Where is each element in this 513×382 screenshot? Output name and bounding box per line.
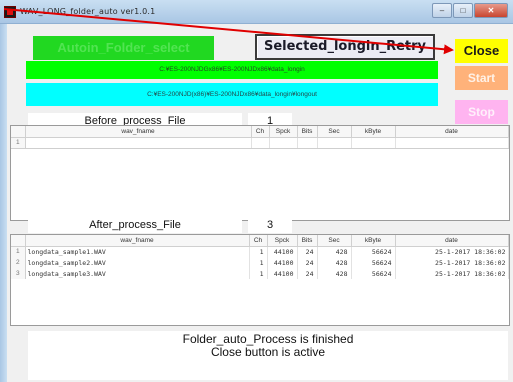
column-header[interactable]: Sec [317,126,352,138]
autoin-folder-select-button[interactable]: Autoin_Folder_select [33,36,214,60]
minimize-button[interactable]: – [432,3,452,18]
spck-cell: 44100 [267,257,298,268]
column-header[interactable]: wav_fname [25,235,250,247]
column-header[interactable]: Bits [297,235,318,247]
column-header[interactable]: Spck [267,235,298,247]
sec-cell: 428 [317,246,352,257]
bits-cell: 24 [297,257,318,268]
column-header[interactable]: Spck [269,126,298,138]
app-icon [4,6,16,18]
kbyte-cell: 56624 [351,257,396,268]
column-header [11,235,26,247]
spck-cell: 44100 [267,246,298,257]
sec-cell: 428 [317,268,352,279]
sec-cell: 428 [317,257,352,268]
sec-cell [317,137,352,149]
wav-fname-cell: longdata_sample1.WAV [25,246,250,257]
table-row[interactable]: 1 [11,137,509,149]
kbyte-cell [351,137,396,149]
before-process-grid[interactable]: wav_fname Ch Spck Bits Sec kByte date 1 [10,125,510,221]
row-number: 1 [11,137,26,149]
bits-cell: 24 [297,246,318,257]
bits-cell [297,137,318,149]
column-header[interactable]: kByte [351,235,396,247]
wav-fname-cell: longdata_sample2.WAV [25,257,250,268]
window-close-button[interactable]: ✕ [474,3,508,18]
grid-header-row: wav_fname Ch Spck Bits Sec kByte date [11,235,509,247]
grid-header-row: wav_fname Ch Spck Bits Sec kByte date [11,126,509,138]
input-path-display: C:¥ES-200NJDGx86¥ES-200NJDx86¥data_longi… [26,61,438,79]
maximize-button[interactable]: □ [453,3,473,18]
row-number: 1 [11,246,26,257]
bits-cell: 24 [297,268,318,279]
date-cell: 25-1-2017 18:36:02 [395,257,509,268]
table-row[interactable]: 2 longdata_sample2.WAV 1 44100 24 428 56… [11,257,509,268]
wav-fname-cell: longdata_sample3.WAV [25,268,250,279]
window-controls: – □ ✕ [432,3,508,18]
column-header[interactable]: wav_fname [25,126,252,138]
main-panel: Autoin_Folder_select Selected_longin_Ret… [7,24,513,382]
date-cell: 25-1-2017 18:36:02 [395,246,509,257]
kbyte-cell: 56624 [351,246,396,257]
ch-cell: 1 [249,257,268,268]
column-header[interactable]: date [395,126,509,138]
column-header[interactable]: Ch [249,235,268,247]
close-button[interactable]: Close [455,39,508,63]
column-header[interactable]: Ch [251,126,270,138]
kbyte-cell: 56624 [351,268,396,279]
ch-cell [251,137,270,149]
output-path-display: C:¥ES-200NJD(x86)¥ES-200NJDx86¥data_long… [26,83,438,106]
column-header [11,126,26,138]
date-cell [395,137,509,149]
ch-cell: 1 [249,268,268,279]
column-header[interactable]: Bits [297,126,318,138]
row-number: 2 [11,257,26,268]
after-file-count: 3 [248,217,292,233]
window-frame [0,24,7,382]
window-title: WAV_LONG_folder_auto ver1.0.1 [20,7,156,16]
row-number: 3 [11,268,26,279]
stop-button[interactable]: Stop [455,100,508,124]
spck-cell [269,137,298,149]
status-message-panel: Folder_auto_Process is finished Close bu… [28,331,508,380]
after-process-grid[interactable]: wav_fname Ch Spck Bits Sec kByte date 1 … [10,234,510,326]
selected-longin-retry-button[interactable]: Selected_longin_Retry [255,34,435,60]
start-button[interactable]: Start [455,66,508,90]
column-header[interactable]: Sec [317,235,352,247]
date-cell: 25-1-2017 18:36:02 [395,268,509,279]
title-bar: WAV_LONG_folder_auto ver1.0.1 – □ ✕ [0,0,513,24]
table-row[interactable]: 3 longdata_sample3.WAV 1 44100 24 428 56… [11,268,509,279]
column-header[interactable]: date [395,235,509,247]
after-process-label: After_process_File [28,217,242,233]
wav-fname-cell [25,137,252,149]
status-line-2: Close button is active [210,345,326,359]
spck-cell: 44100 [267,268,298,279]
column-header[interactable]: kByte [351,126,396,138]
ch-cell: 1 [249,246,268,257]
table-row[interactable]: 1 longdata_sample1.WAV 1 44100 24 428 56… [11,246,509,257]
